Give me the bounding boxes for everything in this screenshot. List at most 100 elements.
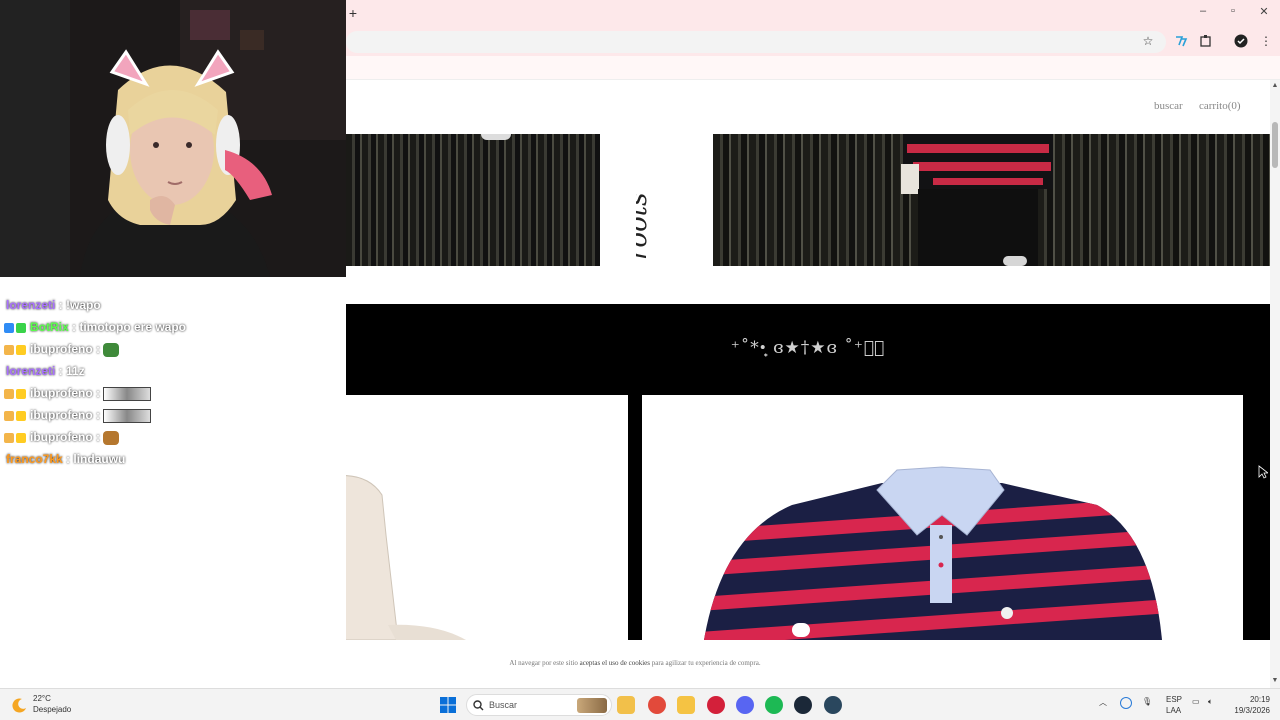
discord-icon[interactable]	[736, 696, 754, 714]
streamer-webcam	[0, 0, 346, 277]
chat-badge-icon	[16, 432, 26, 443]
tray-volume-icon[interactable]: 🔈︎	[1208, 697, 1213, 707]
chat-message: ibuprofeno :	[4, 339, 120, 359]
taskbar-search-box[interactable]: Buscar	[466, 694, 612, 716]
tray-chevron-icon[interactable]: ︿	[1099, 697, 1107, 708]
chat-badge-icon	[4, 322, 14, 333]
clock-date[interactable]: 19/3/2026	[1226, 706, 1270, 715]
language-top[interactable]: ESP	[1166, 695, 1182, 704]
windows-start-icon[interactable]	[440, 697, 456, 713]
chat-message: ibuprofeno :	[4, 427, 120, 447]
steam-alt-icon[interactable]	[824, 696, 842, 714]
chat-username[interactable]: ibuprofeno	[30, 342, 93, 356]
clock-time[interactable]: 20:19	[1226, 695, 1270, 704]
chat-badge-icon	[4, 410, 14, 421]
minimize-button[interactable]: –	[1196, 5, 1210, 17]
page-scrollbar[interactable]: ▲ ▼	[1270, 80, 1280, 688]
chrome-icon[interactable]	[648, 696, 666, 714]
chat-text: timotopo ere wapo	[79, 320, 187, 334]
chat-separator: :	[92, 430, 104, 444]
chat-badge-icon	[16, 388, 26, 399]
tray-display-icon[interactable]: ▭	[1192, 697, 1200, 706]
nav-cart-link[interactable]: carrito(0)	[1199, 100, 1241, 112]
taskbar-search-placeholder: Buscar	[489, 700, 518, 710]
banner-image-right	[713, 134, 1270, 266]
chat-separator: :	[92, 408, 104, 422]
search-icon	[473, 700, 484, 711]
striped-polo-image	[704, 466, 1162, 640]
chat-separator: :	[55, 298, 67, 312]
scroll-thumb[interactable]	[1272, 122, 1278, 168]
chat-separator: :	[92, 386, 104, 400]
nav-search-link[interactable]: buscar	[1154, 100, 1183, 112]
steam-icon[interactable]	[794, 696, 812, 714]
cookie-text-before: Al navegar por este sitio	[509, 659, 580, 667]
chat-badge-icon	[4, 432, 14, 443]
chat-separator: :	[92, 342, 104, 356]
tray-network-icon[interactable]	[1120, 697, 1132, 709]
cookie-text-after: para agilizar tu experiencia de compra.	[649, 659, 761, 667]
chat-username[interactable]: ibuprofeno	[30, 430, 93, 444]
webcam-image	[0, 0, 346, 277]
chat-username[interactable]: franco7kk	[6, 452, 63, 466]
chat-text: 11z	[66, 364, 85, 378]
brand-logo-text: roots	[636, 192, 653, 260]
search-highlight-image	[577, 698, 607, 713]
product-card-hoodie[interactable]	[346, 395, 628, 640]
chat-message: BotRix : timotopo ere wapo	[4, 317, 186, 337]
chat-text: !wapo	[66, 298, 101, 312]
weather-moon-icon[interactable]	[12, 697, 28, 713]
restore-button[interactable]: ▫	[1226, 5, 1240, 17]
chat-username[interactable]: lorenzeti	[6, 298, 55, 312]
chat-badge-icon	[16, 410, 26, 421]
chat-username[interactable]: BotRix	[30, 320, 69, 334]
chat-message: lorenzeti : !wapo	[4, 295, 101, 315]
chat-badge-icon	[16, 322, 26, 333]
spotify-icon[interactable]	[765, 696, 783, 714]
store-page: buscar carrito(0) roots ⁺˚*•̩̩͙ ɞ★†★ɞ ˚⁺…	[346, 80, 1270, 640]
scroll-down-arrow-icon[interactable]: ▼	[1270, 677, 1280, 684]
profile-avatar-icon[interactable]	[1234, 34, 1248, 48]
chat-username[interactable]: ibuprofeno	[30, 408, 93, 422]
chat-badge-icon	[16, 344, 26, 355]
chat-message: lorenzeti : 11z	[4, 361, 85, 381]
app-red-icon[interactable]	[707, 696, 725, 714]
chat-image-emote	[103, 386, 152, 401]
file-explorer-icon[interactable]	[617, 696, 635, 714]
brand-logo[interactable]: roots	[636, 160, 686, 270]
bookmark-star-icon[interactable]: ☆	[1141, 34, 1155, 48]
chat-separator: :	[55, 364, 67, 378]
new-tab-button[interactable]: +	[346, 5, 360, 21]
tray-mic-icon[interactable]: 🎙︎	[1142, 697, 1152, 706]
chat-username[interactable]: ibuprofeno	[30, 386, 93, 400]
extensions-puzzle-icon[interactable]	[1199, 34, 1213, 48]
browser-menu-icon[interactable]: ⋮	[1259, 34, 1273, 48]
dog-emote-icon	[103, 430, 120, 445]
banner-image-left	[346, 134, 600, 266]
extension-icon[interactable]	[1174, 34, 1188, 48]
language-bottom[interactable]: LAA	[1166, 706, 1181, 715]
featured-section: ⁺˚*•̩̩͙ ɞ★†★ɞ ˚⁺‧͙	[346, 304, 1270, 640]
chat-separator: :	[62, 452, 74, 466]
product-card-striped-polo[interactable]	[642, 395, 1243, 640]
chat-badge-icon	[4, 344, 14, 355]
chat-message: ibuprofeno :	[4, 383, 152, 403]
close-window-button[interactable]: ✕	[1257, 5, 1271, 18]
chat-message: franco7kk : lindauwu	[4, 449, 125, 469]
chat-badge-icon	[4, 388, 14, 399]
hoodie-image	[346, 475, 466, 640]
frog-emote-icon	[103, 342, 120, 357]
folder-icon[interactable]	[677, 696, 695, 714]
mouse-cursor-icon	[1258, 465, 1268, 479]
address-bar[interactable]	[346, 31, 1166, 53]
cookie-notice[interactable]: Al navegar por este sitio aceptas el uso…	[0, 640, 1270, 688]
chat-image-emote	[103, 408, 152, 423]
scroll-up-arrow-icon[interactable]: ▲	[1270, 82, 1280, 89]
chat-message: ibuprofeno :	[4, 405, 152, 425]
cookie-text-bold: aceptas el uso de cookies	[579, 659, 650, 667]
weather-temperature[interactable]: 22°C	[33, 694, 51, 703]
weather-description[interactable]: Despejado	[33, 705, 71, 714]
chat-username[interactable]: lorenzeti	[6, 364, 55, 378]
chat-separator: :	[68, 320, 80, 334]
banner-model-figure	[901, 134, 1053, 266]
